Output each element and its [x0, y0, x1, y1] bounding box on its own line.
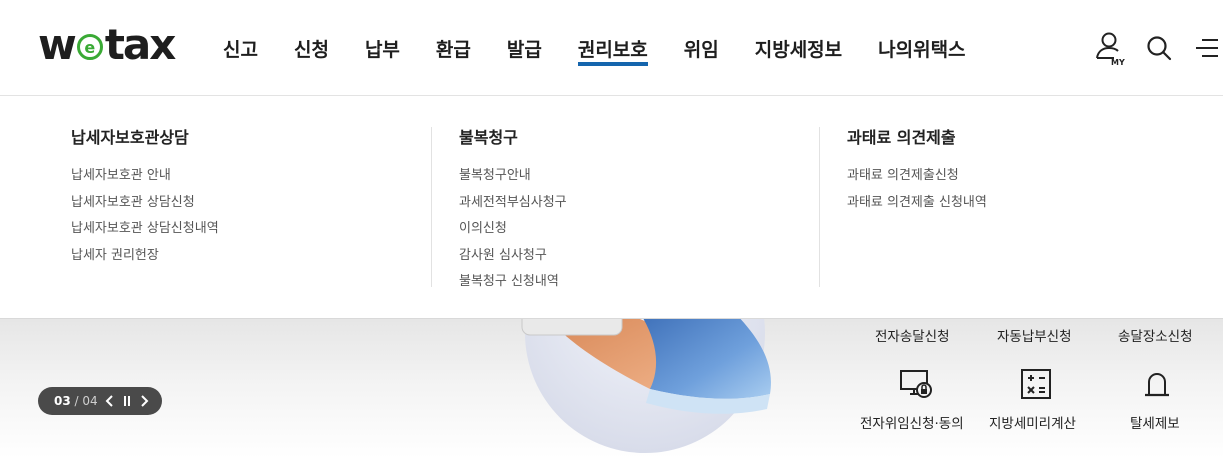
nav-item-issue[interactable]: 발급 [507, 0, 542, 96]
logo-text-tax: tax [104, 19, 177, 69]
monitor-lock-icon [900, 370, 932, 398]
nav-item-pay[interactable]: 납부 [365, 0, 400, 96]
menu-group-title[interactable]: 불복청구 [459, 127, 799, 149]
nav-item-local-tax-info[interactable]: 지방세정보 [755, 0, 842, 96]
menu-group-title[interactable]: 과태료 의견제출 [847, 127, 1187, 149]
utility-menu: MY [1087, 0, 1223, 96]
chevron-right-icon [140, 395, 149, 407]
menu-link-advocate-consult-apply[interactable]: 납세자보호관 상담신청 [71, 190, 411, 217]
logo-text-w: w [38, 19, 77, 69]
nav-item-refund[interactable]: 환급 [436, 0, 471, 96]
menu-divider [431, 127, 432, 287]
pause-slide-button[interactable] [118, 391, 135, 411]
calculator-icon [1021, 369, 1051, 399]
quick-link-e-delivery[interactable]: 전자송달신청 [875, 325, 950, 345]
my-page-button[interactable]: MY [1087, 24, 1135, 72]
menu-link-penalty-opinion-apply[interactable]: 과태료 의견제출신청 [847, 163, 1187, 190]
menu-group-title[interactable]: 납세자보호관상담 [71, 127, 411, 149]
quick-link-delivery-address[interactable]: 송달장소신청 [1118, 325, 1193, 345]
logo-e-circle: e [76, 34, 103, 60]
slide-current: 03 [54, 394, 71, 408]
quick-icon-wrap[interactable] [1016, 367, 1056, 401]
menu-link-appeal-guide[interactable]: 불복청구안내 [459, 163, 799, 190]
quick-link-auto-payment[interactable]: 자동납부신청 [997, 325, 1072, 345]
quick-link-e-delegation[interactable]: 전자위임신청·동의 [860, 412, 964, 432]
slide-total: 04 [82, 394, 98, 408]
menu-divider [819, 127, 820, 287]
main-banner: 03 / 04 전자송달신청 자동납부신청 송달장소신청 전자위임신청·동의 지… [0, 319, 1223, 458]
nav-item-my-wetax[interactable]: 나의위택스 [878, 0, 965, 96]
hamburger-menu-icon [1196, 39, 1218, 57]
menu-link-advocate-consult-history[interactable]: 납세자보호관 상담신청내역 [71, 216, 411, 243]
menu-link-appeal-history[interactable]: 불복청구 신청내역 [459, 269, 799, 296]
nav-item-apply[interactable]: 신청 [294, 0, 329, 96]
menu-link-penalty-opinion-history[interactable]: 과태료 의견제출 신청내역 [847, 190, 1187, 217]
menu-group-appeal: 불복청구 불복청구안내 과세전적부심사청구 이의신청 감사원 심사청구 불복청구… [459, 127, 799, 296]
siren-icon [1145, 373, 1169, 397]
banner-slider-control: 03 / 04 [38, 387, 162, 415]
header: w e tax 신고 신청 납부 환급 발급 권리보호 위임 지방세정보 나의위택스… [0, 0, 1223, 96]
next-slide-button[interactable] [135, 391, 152, 411]
search-icon [1147, 36, 1172, 61]
pause-icon [123, 396, 130, 406]
all-menu-button[interactable] [1183, 24, 1223, 72]
wetax-logo[interactable]: w e tax [38, 20, 176, 69]
quick-link-local-tax-calculator[interactable]: 지방세미리계산 [989, 412, 1076, 432]
menu-link-audit-board-review[interactable]: 감사원 심사청구 [459, 243, 799, 270]
my-user-icon: MY [1096, 32, 1125, 66]
nav-item-rights-protection[interactable]: 권리보호 [577, 0, 648, 96]
nav-item-report[interactable]: 신고 [223, 0, 258, 96]
menu-link-objection[interactable]: 이의신청 [459, 216, 799, 243]
my-label: MY [1111, 58, 1125, 66]
rights-protection-dropdown: 납세자보호관상담 납세자보호관 안내 납세자보호관 상담신청 납세자보호관 상담… [0, 97, 1223, 319]
quick-icon-wrap[interactable] [1137, 367, 1177, 401]
search-button[interactable] [1135, 24, 1183, 72]
main-navigation: 신고 신청 납부 환급 발급 권리보호 위임 지방세정보 나의위택스 [205, 0, 984, 96]
slide-separator: / [74, 394, 79, 408]
menu-group-taxpayer-advocate: 납세자보호관상담 납세자보호관 안내 납세자보호관 상담신청 납세자보호관 상담… [71, 127, 411, 269]
prev-slide-button[interactable] [102, 391, 119, 411]
nav-item-delegation[interactable]: 위임 [684, 0, 719, 96]
quick-icon-wrap[interactable] [896, 367, 936, 401]
menu-link-taxpayer-rights-charter[interactable]: 납세자 권리헌장 [71, 243, 411, 270]
chevron-left-icon [105, 395, 113, 407]
quick-link-tax-evasion-report[interactable]: 탈세제보 [1130, 412, 1180, 432]
menu-group-penalty-opinion: 과태료 의견제출 과태료 의견제출신청 과태료 의견제출 신청내역 [847, 127, 1187, 216]
menu-link-pre-assessment-review[interactable]: 과세전적부심사청구 [459, 190, 799, 217]
menu-link-advocate-guide[interactable]: 납세자보호관 안내 [71, 163, 411, 190]
slide-counter: 03 / 04 [54, 394, 98, 408]
